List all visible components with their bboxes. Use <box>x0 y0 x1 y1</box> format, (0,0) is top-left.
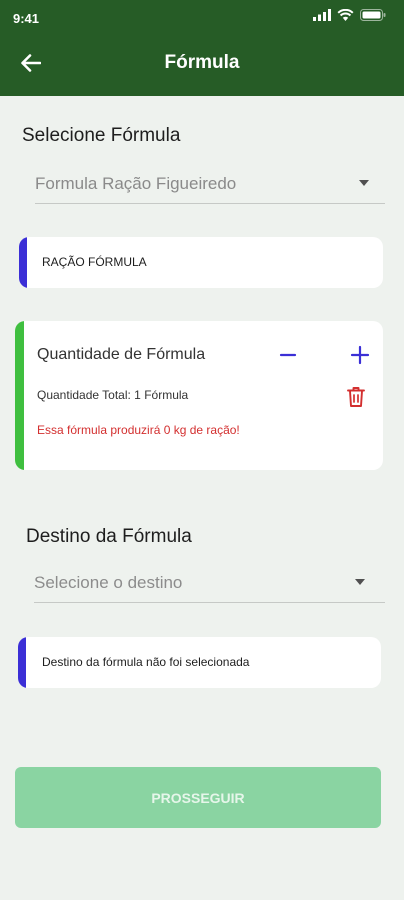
trash-icon <box>347 386 365 413</box>
formula-select-value: Formula Ração Figueiredo <box>35 174 237 193</box>
increase-button[interactable] <box>346 343 374 371</box>
formula-section-title: Selecione Fórmula <box>22 125 181 146</box>
caret-down-icon <box>359 180 369 186</box>
status-icons <box>313 8 386 26</box>
destination-status-message: Destino da fórmula não foi selecionada <box>42 655 250 669</box>
destination-section-title: Destino da Fórmula <box>26 526 192 547</box>
destination-select-placeholder: Selecione o destino <box>34 573 183 592</box>
app-bar: 9:41 Fórmula <box>0 0 404 96</box>
formula-type-card: RAÇÃO FÓRMULA <box>19 237 383 288</box>
card-accent-bar <box>18 637 26 688</box>
quantity-total: Quantidade Total: 1 Fórmula <box>37 388 189 402</box>
minus-icon <box>279 346 297 369</box>
wifi-icon <box>337 8 354 26</box>
page-title: Fórmula <box>164 52 240 73</box>
plus-icon <box>350 345 370 370</box>
quantity-card: Quantidade de Fórmula Quantidade Total: … <box>15 321 383 470</box>
quantity-title: Quantidade de Fórmula <box>37 346 206 363</box>
card-accent-bar <box>19 237 27 288</box>
caret-down-icon <box>355 579 365 585</box>
proceed-button[interactable]: PROSSEGUIR <box>15 767 381 828</box>
destination-status-card: Destino da fórmula não foi selecionada <box>18 637 381 688</box>
formula-type-label: RAÇÃO FÓRMULA <box>42 255 147 269</box>
battery-icon <box>360 8 386 26</box>
status-time: 9:41 <box>13 11 40 26</box>
status-bar: 9:41 <box>0 0 404 34</box>
formula-select[interactable]: Formula Ração Figueiredo <box>35 166 385 204</box>
card-accent-bar <box>15 321 24 470</box>
signal-icon <box>313 8 331 26</box>
destination-select[interactable]: Selecione o destino <box>34 565 385 603</box>
delete-button[interactable] <box>342 385 370 413</box>
quantity-warning: Essa fórmula produzirá 0 kg de ração! <box>37 423 240 437</box>
decrease-button[interactable] <box>274 343 302 371</box>
